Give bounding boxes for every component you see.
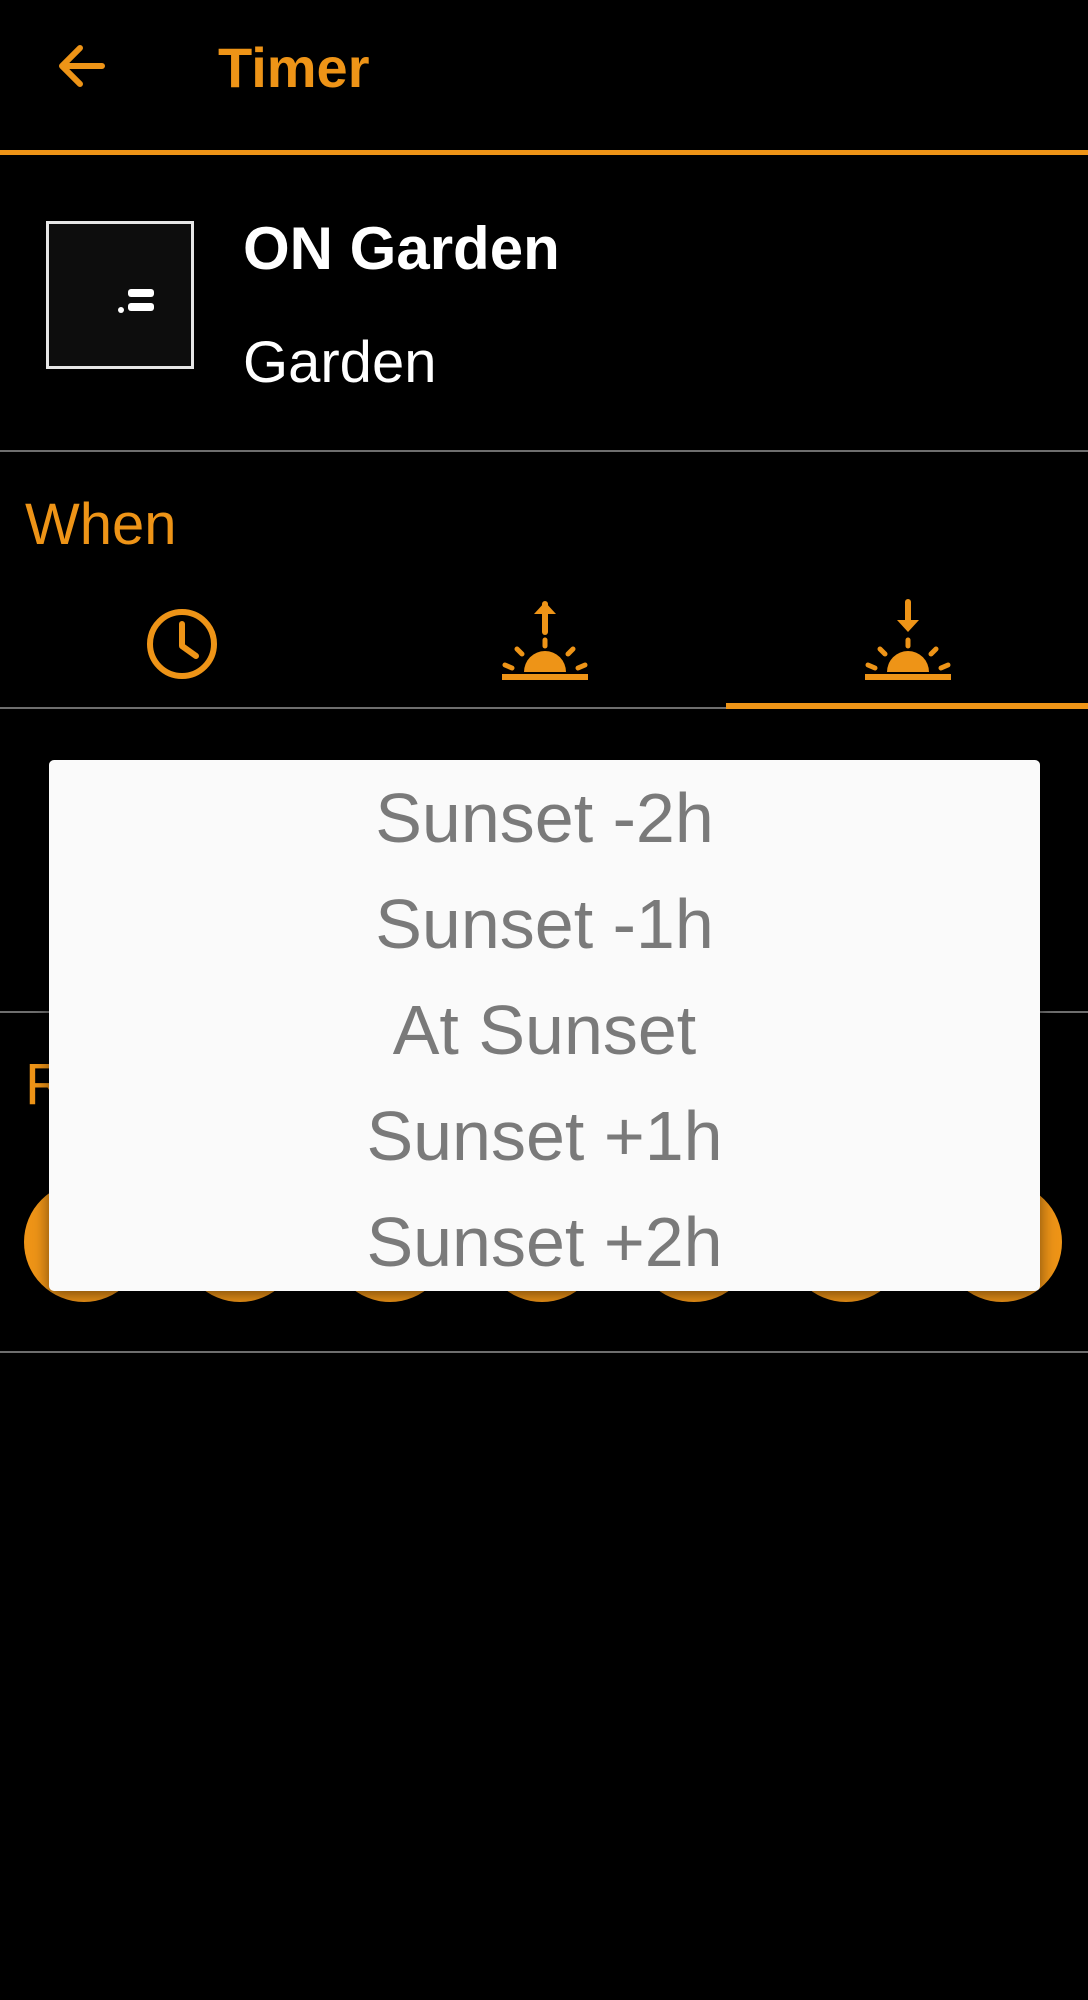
clock-icon [147,609,217,679]
sunset-offset-menu: Sunset -2h Sunset -1h At Sunset Sunset +… [49,760,1040,1291]
tab-sunrise[interactable] [362,580,726,710]
sunset-icon [865,599,951,680]
menu-option[interactable]: Sunset -2h [49,765,1040,871]
menu-option[interactable]: Sunset +1h [49,1083,1040,1189]
menu-option[interactable]: Sunset -1h [49,871,1040,977]
device-name: ON Garden [243,215,560,282]
header-divider [0,150,1088,155]
switch-icon [116,283,160,321]
section-divider [0,450,1088,452]
back-arrow-icon[interactable] [52,36,112,96]
when-label: When [25,492,177,557]
tab-time-of-day[interactable] [0,580,362,710]
device-room: Garden [243,330,437,395]
selected-tab-indicator [726,703,1088,709]
section-divider [0,1351,1088,1353]
page-title: Timer [218,36,370,99]
menu-option[interactable]: At Sunset [49,977,1040,1083]
menu-option[interactable]: Sunset +2h [49,1189,1040,1295]
tab-sunset[interactable] [726,580,1088,710]
sunrise-icon [502,601,588,680]
